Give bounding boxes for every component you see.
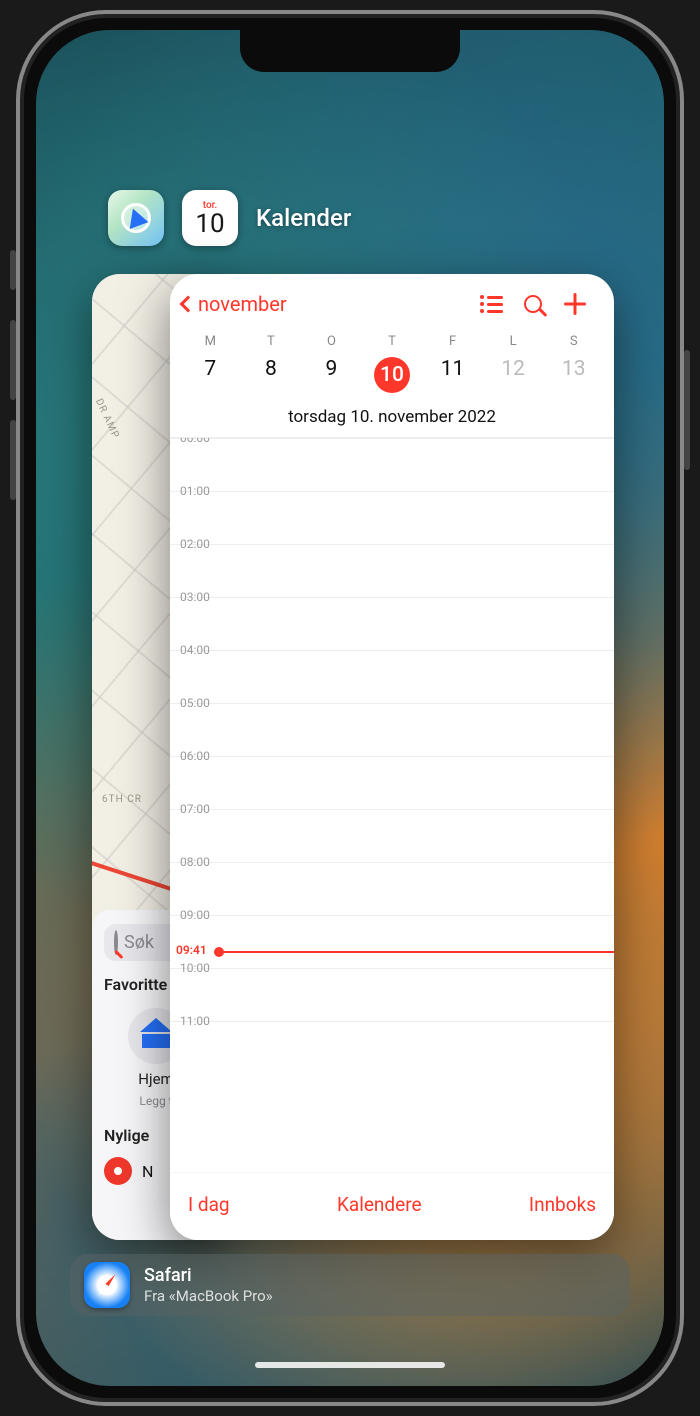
- favorite-sub: Legg t: [139, 1094, 172, 1108]
- favorite-name: Hjem: [138, 1070, 173, 1088]
- day-cell[interactable]: 12: [483, 353, 544, 397]
- hour-row: 08:00: [170, 862, 614, 915]
- day-cell[interactable]: 13: [543, 353, 604, 397]
- weekday-label: S: [543, 334, 604, 349]
- search-button[interactable]: [512, 295, 554, 313]
- weekday-label: O: [301, 334, 362, 349]
- hour-row: 02:00: [170, 544, 614, 597]
- hour-row: 01:00: [170, 491, 614, 544]
- hour-label: 05:00: [180, 696, 210, 710]
- hour-row: 11:00: [170, 1021, 614, 1074]
- weekday-header: MTOTFLS: [170, 324, 614, 353]
- hour-label: 07:00: [180, 802, 210, 816]
- calendar-header: november: [170, 274, 614, 324]
- notch: [240, 30, 460, 72]
- add-event-button[interactable]: [554, 293, 596, 315]
- day-schedule[interactable]: 00:0001:0002:0003:0004:0005:0006:0007:00…: [170, 437, 614, 1077]
- back-button[interactable]: november: [182, 292, 287, 316]
- road-label: 6TH CR: [102, 794, 142, 805]
- list-view-button[interactable]: [470, 295, 512, 313]
- weekday-label: L: [483, 334, 544, 349]
- handoff-app-name: Safari: [144, 1265, 273, 1287]
- calendar-icon-day: 10: [195, 211, 224, 237]
- home-icon: [142, 1024, 170, 1048]
- day-cell[interactable]: 7: [180, 353, 241, 397]
- week-days: 78910111213: [170, 353, 614, 407]
- pin-icon: [104, 1157, 132, 1185]
- calendars-button[interactable]: Kalendere: [337, 1193, 422, 1216]
- chevron-left-icon: [180, 296, 197, 313]
- day-cell[interactable]: 10: [362, 353, 423, 397]
- plus-icon: [564, 293, 586, 315]
- hour-label: 09:00: [180, 908, 210, 922]
- day-cell[interactable]: 8: [241, 353, 302, 397]
- hour-row: 10:00: [170, 968, 614, 1021]
- safari-icon: [84, 1262, 130, 1308]
- hour-row: 03:00: [170, 597, 614, 650]
- hour-label: 06:00: [180, 749, 210, 763]
- side-button[interactable]: [684, 350, 690, 470]
- hour-label: 03:00: [180, 590, 210, 604]
- hour-label: 08:00: [180, 855, 210, 869]
- full-date-label: torsdag 10. november 2022: [170, 407, 614, 437]
- hour-label: 04:00: [180, 643, 210, 657]
- hour-row: 00:00: [170, 438, 614, 491]
- calendar-app-icon[interactable]: tor. 10: [182, 190, 238, 246]
- weekday-label: M: [180, 334, 241, 349]
- today-button[interactable]: I dag: [188, 1193, 230, 1216]
- inbox-button[interactable]: Innboks: [529, 1193, 596, 1216]
- app-card-calendar[interactable]: november: [170, 274, 614, 1240]
- hour-label: 11:00: [180, 1014, 210, 1028]
- search-icon: [114, 932, 118, 953]
- weekday-label: F: [422, 334, 483, 349]
- phone-frame: tor. 10 Kalender DR AMP 6TH CR MISSION R…: [16, 10, 684, 1406]
- calendar-footer: I dag Kalendere Innboks: [170, 1172, 614, 1240]
- home-indicator[interactable]: [255, 1362, 445, 1368]
- handoff-source: Fra «MacBook Pro»: [144, 1287, 273, 1305]
- road-label: DR AMP: [93, 397, 121, 440]
- search-icon: [524, 295, 542, 313]
- back-label: november: [198, 292, 287, 316]
- current-time-line: [218, 951, 614, 953]
- maps-app-icon[interactable]: [108, 190, 164, 246]
- device-screen: tor. 10 Kalender DR AMP 6TH CR MISSION R…: [36, 30, 664, 1386]
- hour-label: 00:00: [180, 437, 210, 445]
- weekday-label: T: [241, 334, 302, 349]
- day-cell[interactable]: 11: [422, 353, 483, 397]
- current-time-label: 09:41: [176, 943, 207, 957]
- hour-label: 10:00: [180, 961, 210, 975]
- active-app-title: Kalender: [256, 204, 351, 232]
- hour-row: 05:00: [170, 703, 614, 756]
- hour-row: 09:00: [170, 915, 614, 968]
- list-icon: [480, 295, 503, 313]
- handoff-banner[interactable]: Safari Fra «MacBook Pro»: [70, 1254, 630, 1316]
- search-placeholder: Søk: [124, 932, 154, 953]
- hour-row: 06:00: [170, 756, 614, 809]
- hour-row: 07:00: [170, 809, 614, 862]
- hour-label: 01:00: [180, 484, 210, 498]
- hour-label: 02:00: [180, 537, 210, 551]
- hour-row: 04:00: [170, 650, 614, 703]
- day-cell[interactable]: 9: [301, 353, 362, 397]
- weekday-label: T: [362, 334, 423, 349]
- recent-item-label: N: [142, 1162, 153, 1181]
